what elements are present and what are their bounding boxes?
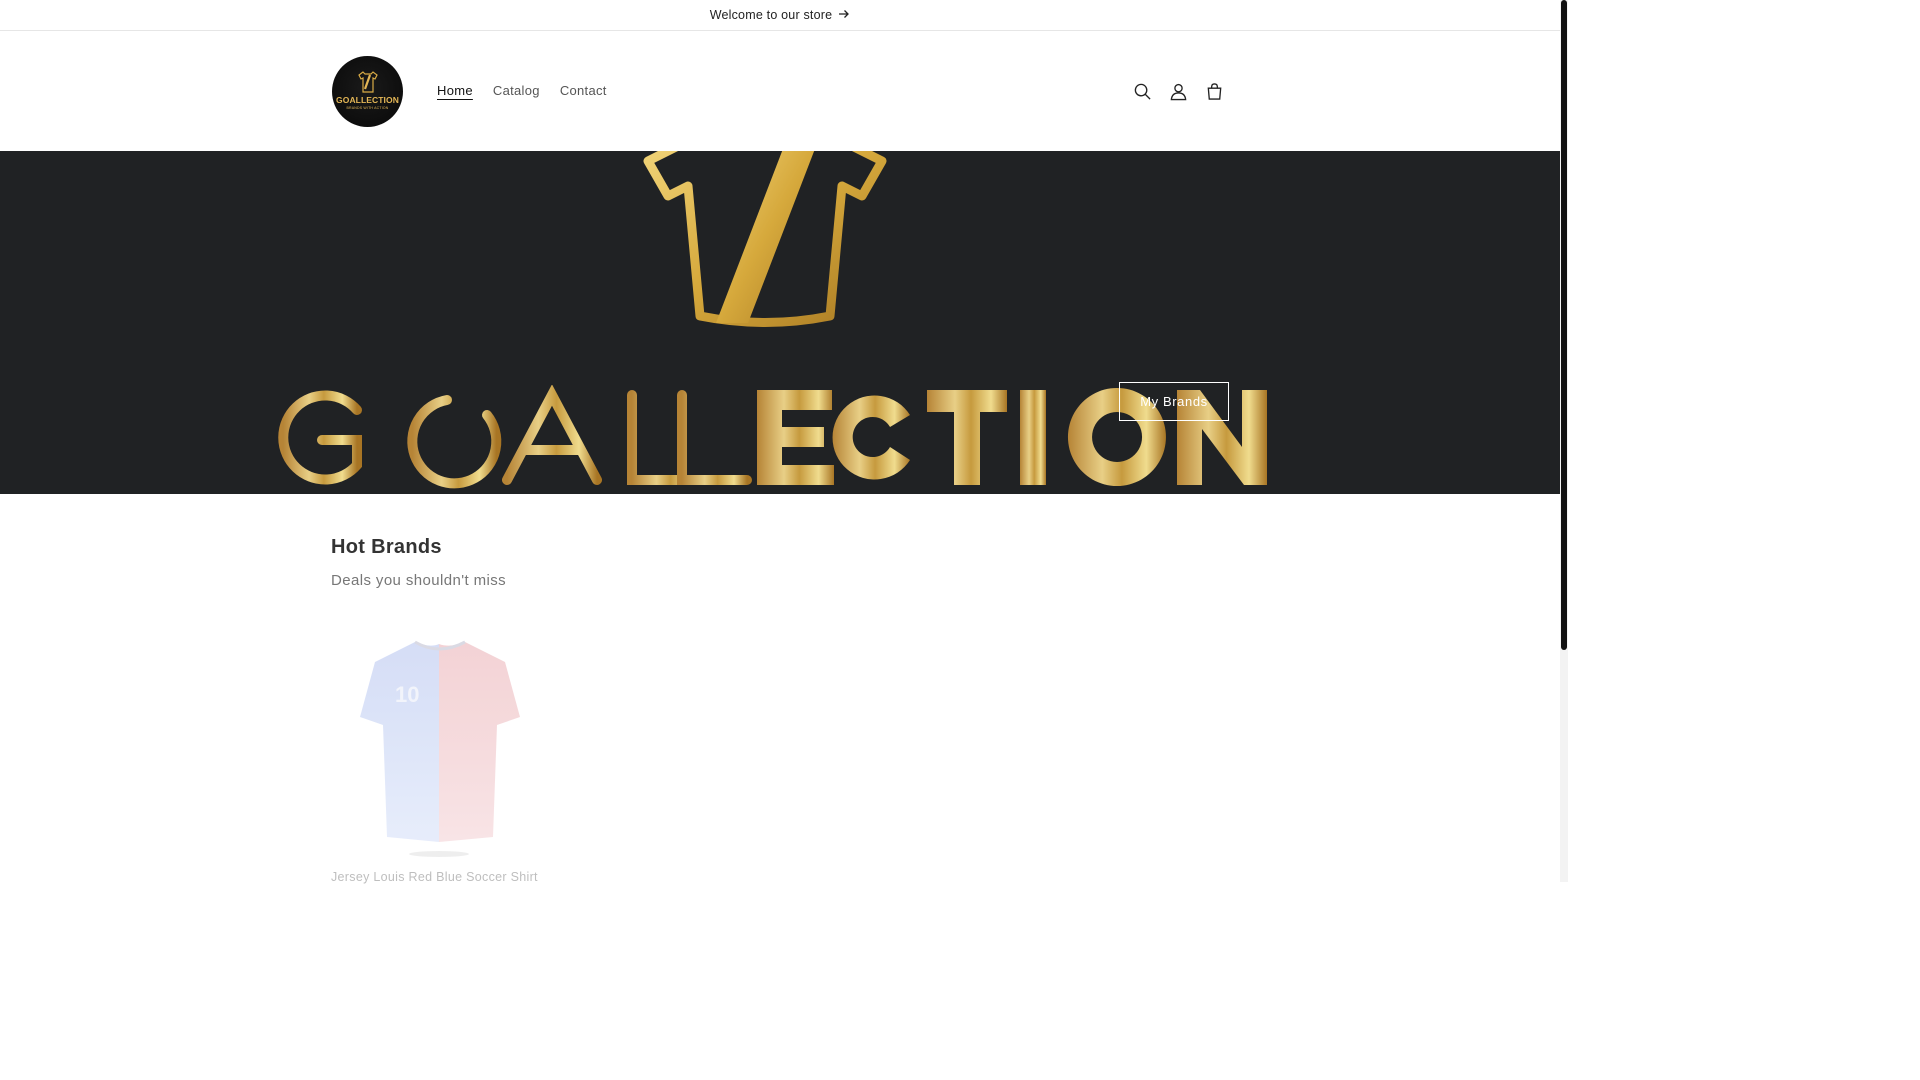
shirt-logo-icon xyxy=(357,71,378,93)
product-image: 10 xyxy=(360,640,520,857)
store-logo[interactable]: GOALLECTION BRANDS WITH ACTION xyxy=(332,56,403,127)
announcement-bar[interactable]: Welcome to our store xyxy=(0,0,1560,31)
site-header: GOALLECTION BRANDS WITH ACTION Home Cata… xyxy=(0,31,1560,151)
section-subtitle: Deals you shouldn't miss xyxy=(331,572,507,589)
search-button[interactable] xyxy=(1124,73,1160,109)
header-actions xyxy=(1124,73,1232,109)
nav-item-catalog[interactable]: Catalog xyxy=(483,81,550,100)
product-card[interactable]: 10 Jersey Louis Red Blue Soccer Shirt xyxy=(331,626,551,884)
svg-text:10: 10 xyxy=(395,682,419,707)
scrollbar-thumb[interactable] xyxy=(1561,0,1567,650)
nav-item-contact[interactable]: Contact xyxy=(550,81,617,100)
arrow-right-icon xyxy=(838,8,850,22)
hero-shirt-graphic xyxy=(643,151,887,327)
cart-icon xyxy=(1207,82,1221,100)
product-title[interactable]: Jersey Louis Red Blue Soccer Shirt xyxy=(331,870,538,884)
logo-text: GOALLECTION xyxy=(336,95,399,106)
page-scrollbar[interactable] xyxy=(1560,0,1568,882)
nav-item-home[interactable]: Home xyxy=(427,81,483,100)
account-icon xyxy=(1170,83,1186,100)
my-brands-button[interactable]: My Brands xyxy=(1119,382,1229,421)
logo-tagline: BRANDS WITH ACTION xyxy=(346,105,389,110)
cart-button[interactable] xyxy=(1196,73,1232,109)
search-icon xyxy=(1134,83,1151,100)
hero-banner: My Brands xyxy=(0,151,1560,494)
account-button[interactable] xyxy=(1160,73,1196,109)
main-nav: Home Catalog Contact xyxy=(427,81,617,100)
section-title: Hot Brands xyxy=(331,536,442,558)
announcement-text: Welcome to our store xyxy=(709,8,833,22)
